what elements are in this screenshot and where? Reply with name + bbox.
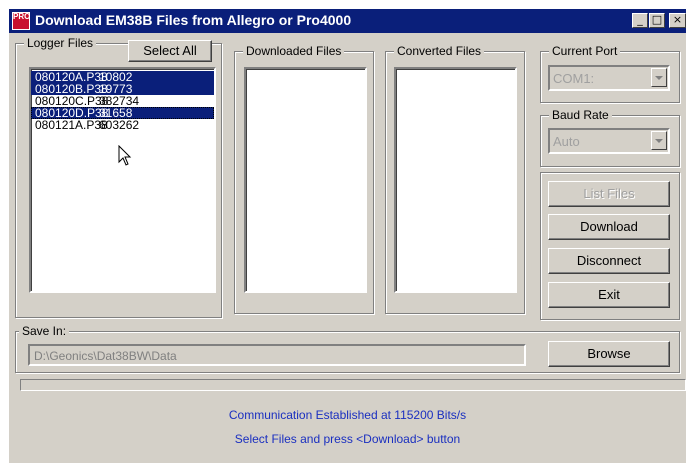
converted-files-label: Converted Files (394, 44, 485, 58)
list-item[interactable]: 080121A.P38603262 (31, 119, 214, 131)
window-title: Download EM38B Files from Allegro or Pro… (35, 12, 352, 28)
logger-files-label: Logger Files (24, 36, 97, 50)
title-bar[interactable]: PRO Download EM38B Files from Allegro or… (9, 9, 686, 33)
download-button[interactable]: Download (548, 214, 670, 240)
status-line-1: Communication Established at 115200 Bits… (228, 408, 467, 422)
main-window: PRO Download EM38B Files from Allegro or… (9, 9, 686, 463)
close-icon[interactable]: × (669, 13, 686, 28)
current-port-label: Current Port (549, 44, 621, 58)
exit-button[interactable]: Exit (548, 282, 670, 308)
app-icon[interactable]: PRO (12, 12, 30, 30)
browse-button[interactable]: Browse (548, 341, 670, 367)
progress-bar (20, 379, 686, 391)
list-files-button[interactable]: List Files (548, 181, 670, 207)
disconnect-button[interactable]: Disconnect (548, 248, 670, 274)
app-icon-label: PRO (13, 12, 31, 21)
downloaded-files-label: Downloaded Files (243, 44, 345, 58)
converted-files-list[interactable] (394, 67, 517, 293)
current-port-value: COM1: (553, 71, 595, 86)
maximize-icon[interactable]: □ (649, 13, 665, 28)
mouse-pointer-icon (118, 145, 132, 166)
logger-files-list[interactable]: 080120A.P3810802 080120B.P3819773 080120C.… (29, 67, 216, 293)
minimize-icon[interactable]: _ (632, 13, 648, 28)
save-in-label: Save In: (19, 324, 70, 338)
save-path-field[interactable]: D:\Geonics\Dat38BW\Data (28, 344, 526, 366)
status-line-2: Select Files and press <Download> button (234, 432, 461, 446)
chevron-down-icon[interactable] (651, 131, 667, 150)
file-size: 603262 (99, 118, 140, 132)
downloaded-files-list[interactable] (244, 67, 367, 293)
baud-rate-label: Baud Rate (549, 108, 612, 122)
baud-rate-select[interactable]: Auto (548, 128, 670, 154)
select-all-button[interactable]: Select All (128, 40, 212, 62)
chevron-down-icon[interactable] (651, 68, 667, 87)
current-port-select[interactable]: COM1: (548, 65, 670, 91)
file-name: 080121A.P38 (35, 118, 108, 132)
baud-rate-value: Auto (553, 134, 580, 149)
